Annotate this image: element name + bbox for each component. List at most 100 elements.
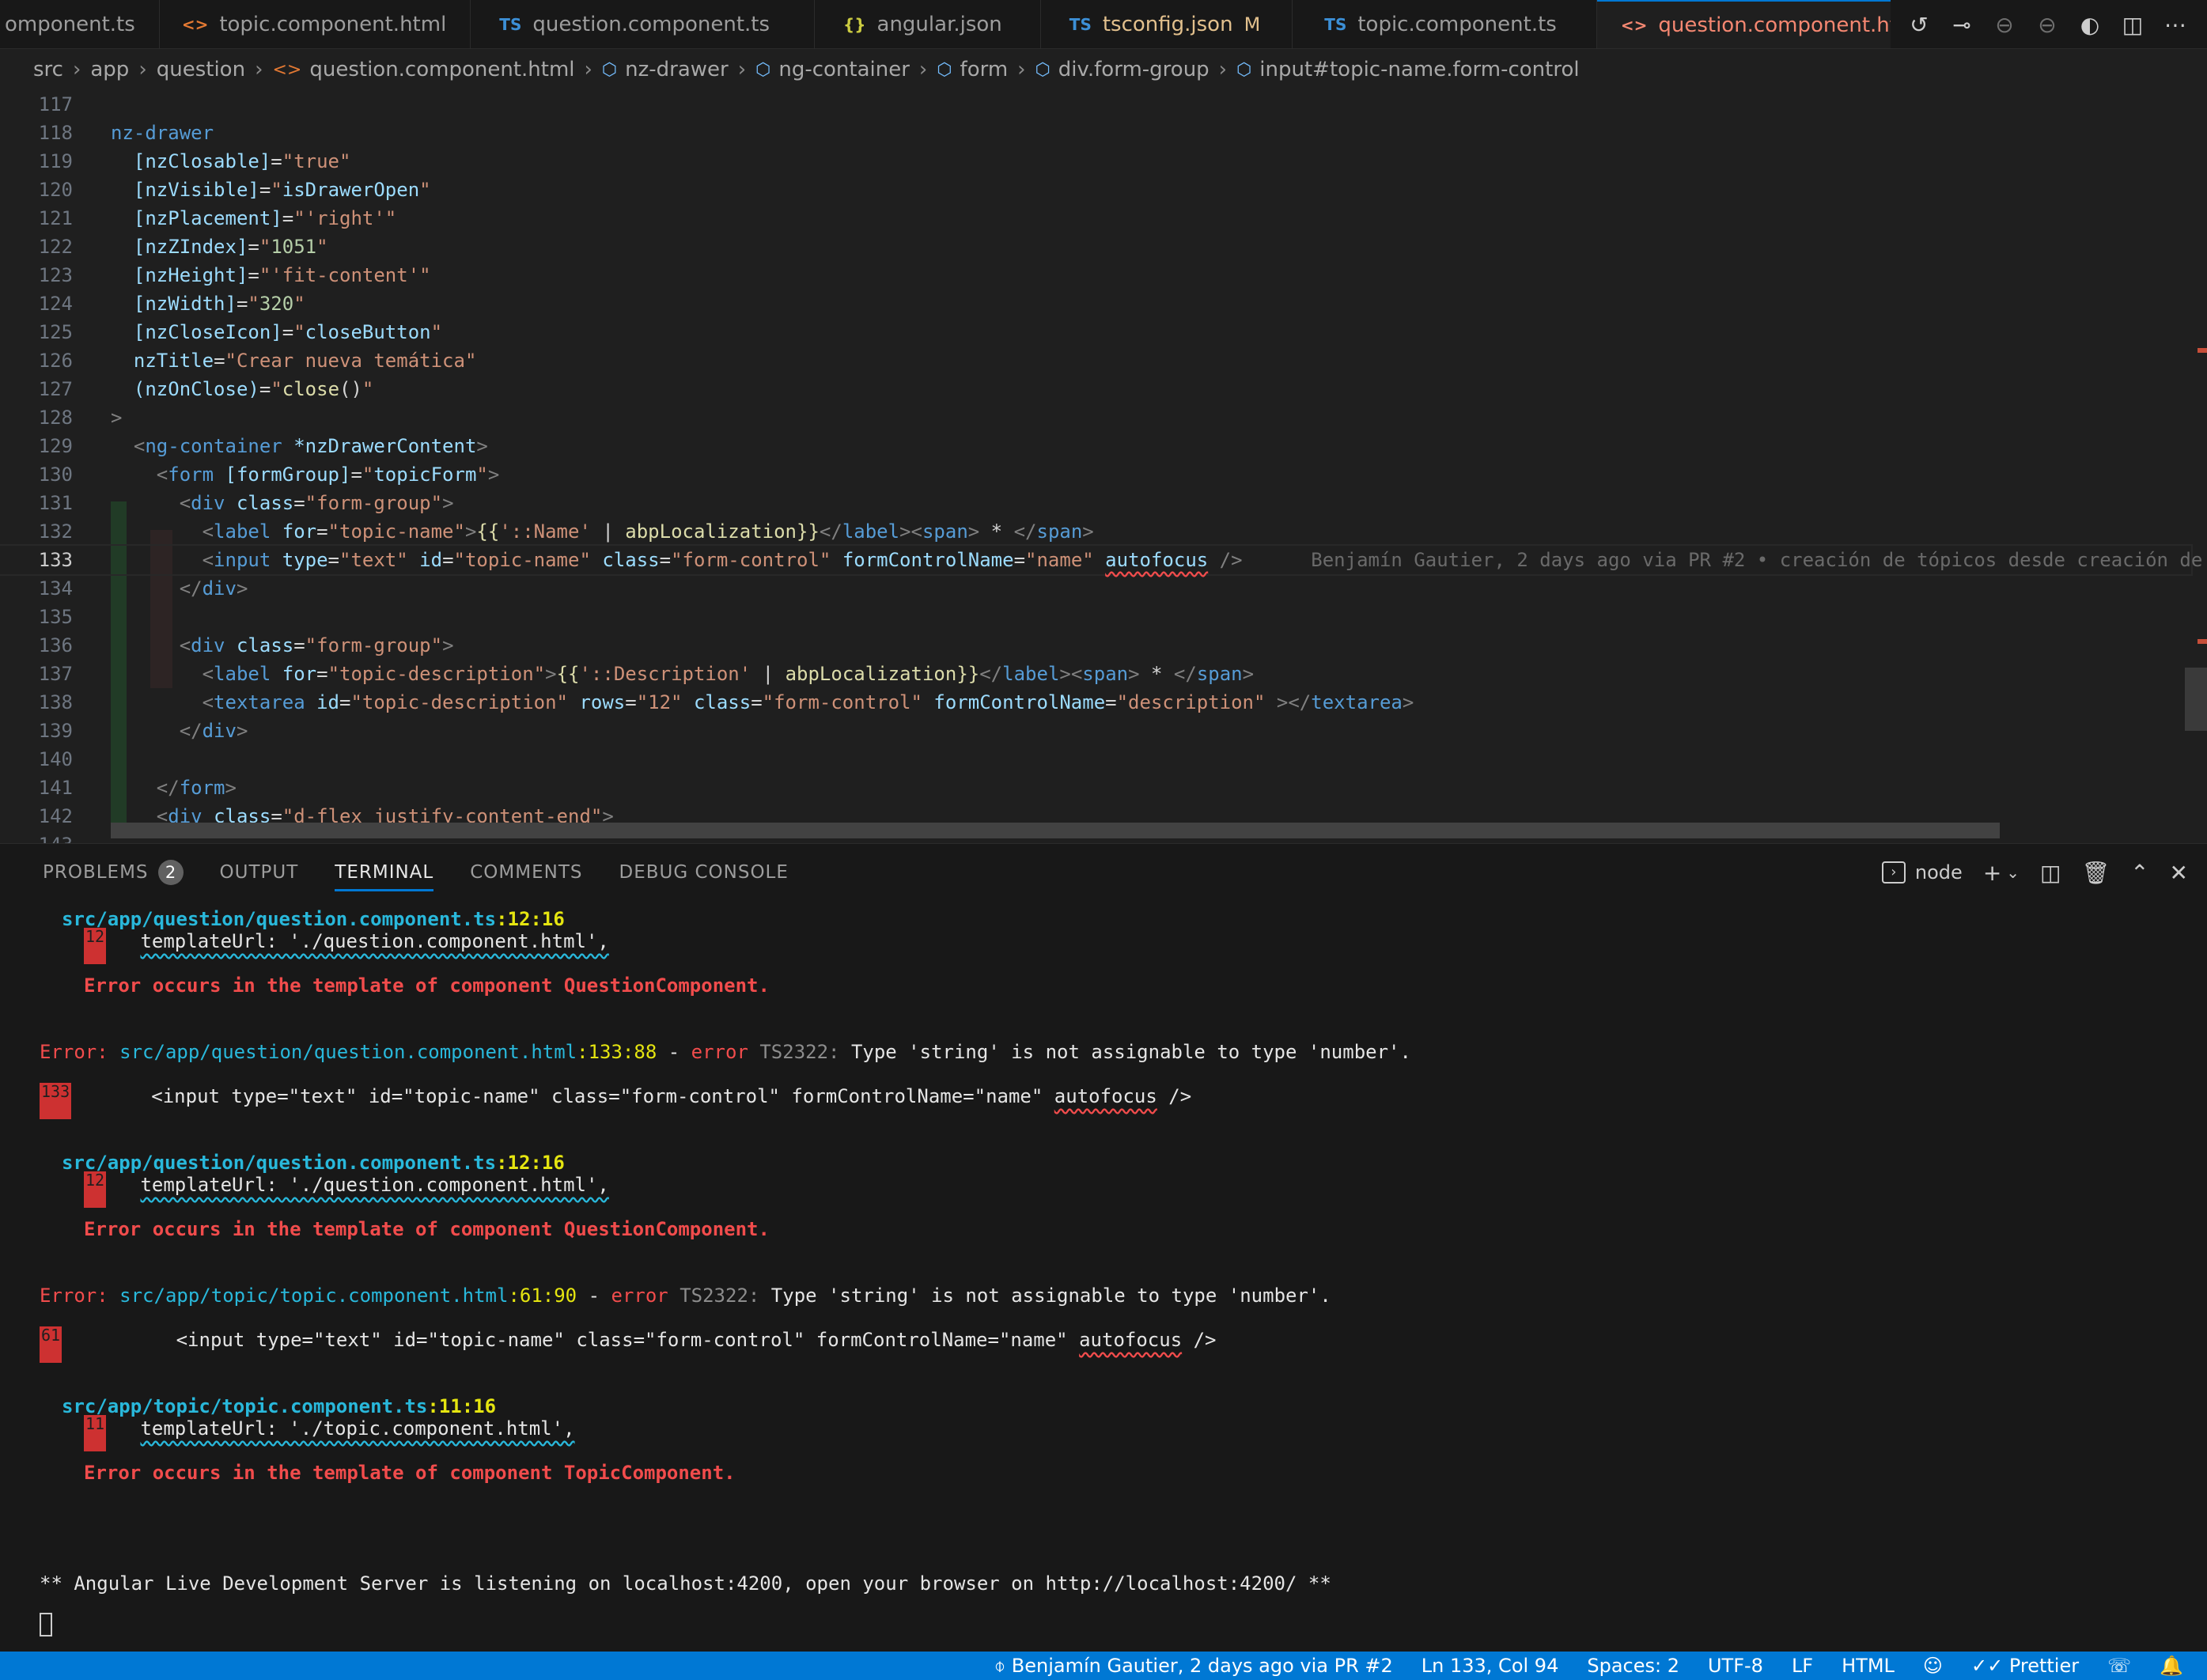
git-blame-status[interactable]: ⌽ Benjamín Gautier, 2 days ago via PR #2 bbox=[994, 1655, 1393, 1677]
tab-comments[interactable]: COMMENTS bbox=[470, 844, 582, 901]
location: :12:16 bbox=[496, 1152, 565, 1174]
split-terminal-icon[interactable]: ◫ bbox=[2040, 860, 2061, 886]
tab-topic-component-html[interactable]: <> topic.component.html bbox=[160, 0, 471, 48]
bell-icon[interactable]: 🔔 bbox=[2160, 1655, 2183, 1677]
file-path: src/app/question/question.component.ts bbox=[62, 1152, 497, 1174]
line-number: 124 bbox=[38, 293, 73, 315]
feedback-icon[interactable]: ☏ bbox=[2107, 1655, 2131, 1677]
toggle-blame-icon[interactable]: ◐ bbox=[2077, 12, 2103, 38]
tab-label: tsconfig.json bbox=[1102, 13, 1233, 36]
indentation[interactable]: Spaces: 2 bbox=[1587, 1655, 1679, 1677]
tab-topic-component-ts[interactable]: TS topic.component.ts bbox=[1293, 0, 1597, 48]
copilot-icon[interactable]: ☺ bbox=[1923, 1655, 1943, 1677]
panel-tabs: PROBLEMS 2 OUTPUT TERMINAL COMMENTS DEBU… bbox=[0, 844, 2207, 901]
code-text: nzTitle="Crear nueva temática" bbox=[133, 350, 477, 372]
cursor-position[interactable]: Ln 133, Col 94 bbox=[1421, 1655, 1559, 1677]
code-text-highlight: autofocus bbox=[1054, 1085, 1157, 1107]
terminal-output[interactable]: src/app/question/question.component.ts:1… bbox=[0, 901, 2207, 1652]
code-text: templateUrl: './question.component.html'… bbox=[140, 1174, 609, 1196]
tab-terminal[interactable]: TERMINAL bbox=[335, 844, 434, 901]
breadcrumb-item[interactable]: nz-drawer bbox=[625, 58, 729, 81]
line-number-box: 61 bbox=[40, 1326, 62, 1363]
element-icon: ⬡ bbox=[1236, 59, 1252, 80]
code-line: 128 > bbox=[0, 403, 2191, 432]
split-editor-icon[interactable]: ◫ bbox=[2120, 12, 2145, 38]
html-file-icon: <> bbox=[1620, 16, 1648, 35]
code-line: 131 <div class="form-group"> bbox=[0, 489, 2191, 517]
tab-problems[interactable]: PROBLEMS 2 bbox=[43, 844, 184, 901]
tab-question-component-ts[interactable]: TS question.component.ts bbox=[471, 0, 816, 48]
code-line: 135 bbox=[0, 603, 2191, 631]
element-icon: ⬡ bbox=[601, 59, 618, 80]
terminal-line: Error: src/app/question/question.compone… bbox=[40, 1039, 1411, 1065]
code-text: templateUrl: './question.component.html'… bbox=[140, 930, 609, 952]
code-text: <div class="form-group"> bbox=[179, 634, 454, 656]
tab-tsconfig-json[interactable]: TS tsconfig.json M bbox=[1041, 0, 1293, 48]
file-path: src/app/question/question.component.ts bbox=[62, 908, 497, 930]
new-terminal-icon[interactable]: + bbox=[1983, 860, 2001, 886]
horizontal-scrollbar[interactable] bbox=[111, 823, 2000, 838]
line-number: 119 bbox=[38, 150, 73, 172]
history-icon[interactable]: ↺ bbox=[1906, 12, 1932, 38]
code-text: <label for="topic-name">{{'::Name' | abp… bbox=[202, 520, 1094, 543]
breadcrumb-item[interactable]: div.form-group bbox=[1058, 58, 1209, 81]
encoding[interactable]: UTF-8 bbox=[1708, 1655, 1763, 1677]
breadcrumb-item[interactable]: ng-container bbox=[778, 58, 910, 81]
terminal-selector[interactable]: › node bbox=[1881, 861, 1963, 884]
code-line: 136 <div class="form-group"> bbox=[0, 631, 2191, 660]
prettier-status[interactable]: ✓✓ Prettier bbox=[1971, 1655, 2079, 1677]
breadcrumb-item[interactable]: question.component.html bbox=[309, 58, 574, 81]
code-text: [nzCloseIcon]="closeButton" bbox=[133, 321, 443, 343]
more-actions-icon[interactable]: ⋯ bbox=[2163, 12, 2188, 38]
chevron-right-icon: › bbox=[584, 58, 592, 81]
tab-label: DEBUG CONSOLE bbox=[619, 862, 789, 883]
end-of-line[interactable]: LF bbox=[1792, 1655, 1813, 1677]
code-editor[interactable]: 117 118 nz-drawer 119 [nzClosable]="true"… bbox=[0, 90, 2207, 843]
tab-component-ts[interactable]: omponent.ts bbox=[0, 0, 160, 48]
line-number: 134 bbox=[38, 577, 73, 600]
code-line: 130 <form [formGroup]="topicForm"> bbox=[0, 460, 2191, 489]
tab-debug-console[interactable]: DEBUG CONSOLE bbox=[619, 844, 788, 901]
code-line: 124 [nzWidth]="320" bbox=[0, 289, 2191, 318]
tab-output[interactable]: OUTPUT bbox=[220, 844, 299, 901]
line-number: 141 bbox=[38, 777, 73, 799]
next-change-icon[interactable]: ⊖ bbox=[2035, 12, 2060, 38]
error-message: Error occurs in the template of componen… bbox=[84, 1462, 736, 1484]
line-number: 121 bbox=[38, 207, 73, 229]
breadcrumb-item[interactable]: question bbox=[157, 58, 245, 81]
line-number: 133 bbox=[38, 549, 73, 571]
chevron-down-icon[interactable]: ⌄ bbox=[2006, 863, 2020, 882]
line-number: 126 bbox=[38, 350, 73, 372]
previous-change-icon[interactable]: ⊖ bbox=[1992, 12, 2017, 38]
tab-label: omponent.ts bbox=[5, 13, 135, 36]
error-prefix: Error: bbox=[40, 1285, 120, 1307]
git-commit-icon[interactable]: ⊸ bbox=[1949, 12, 1974, 38]
terminal-line: 12 templateUrl: './question.component.ht… bbox=[84, 1171, 609, 1208]
breadcrumb-item[interactable]: form bbox=[960, 58, 1009, 81]
code-line: 141 </form> bbox=[0, 774, 2191, 802]
code-text: [nzPlacement]="'right'" bbox=[133, 207, 397, 229]
code-line: 134 </div> bbox=[0, 574, 2191, 603]
code-text: <div class="form-group"> bbox=[179, 492, 454, 514]
code-text: <label for="topic-description">{{'::Desc… bbox=[202, 663, 1255, 685]
code-text: [nzZIndex]="1051" bbox=[133, 236, 328, 258]
code-text: nz-drawer bbox=[111, 122, 214, 144]
chevron-right-icon: › bbox=[72, 58, 81, 81]
maximize-panel-icon[interactable]: ⌃ bbox=[2130, 860, 2148, 886]
breadcrumb-item[interactable]: app bbox=[90, 58, 129, 81]
code-line: 121 [nzPlacement]="'right'" bbox=[0, 204, 2191, 233]
trash-icon[interactable]: 🗑 bbox=[2082, 860, 2110, 886]
terminal-name: node bbox=[1914, 861, 1963, 884]
breadcrumb-item[interactable]: src bbox=[33, 58, 63, 81]
code-line: 123 [nzHeight]="'fit-content'" bbox=[0, 261, 2191, 289]
tab-angular-json[interactable]: {} angular.json bbox=[815, 0, 1041, 48]
close-panel-icon[interactable]: ✕ bbox=[2170, 860, 2188, 886]
language-mode[interactable]: HTML bbox=[1842, 1655, 1895, 1677]
vertical-scrollbar[interactable] bbox=[2185, 668, 2207, 731]
chevron-right-icon: › bbox=[918, 58, 928, 81]
blame-text: Benjamín Gautier, 2 days ago via PR #2 bbox=[1011, 1655, 1393, 1677]
code-text: </div> bbox=[179, 577, 248, 600]
breadcrumb-item[interactable]: input#topic-name.form-control bbox=[1259, 58, 1579, 81]
code-text: <input type="text" id="topic-name" class… bbox=[176, 1329, 1080, 1351]
location: :11:16 bbox=[427, 1395, 497, 1417]
